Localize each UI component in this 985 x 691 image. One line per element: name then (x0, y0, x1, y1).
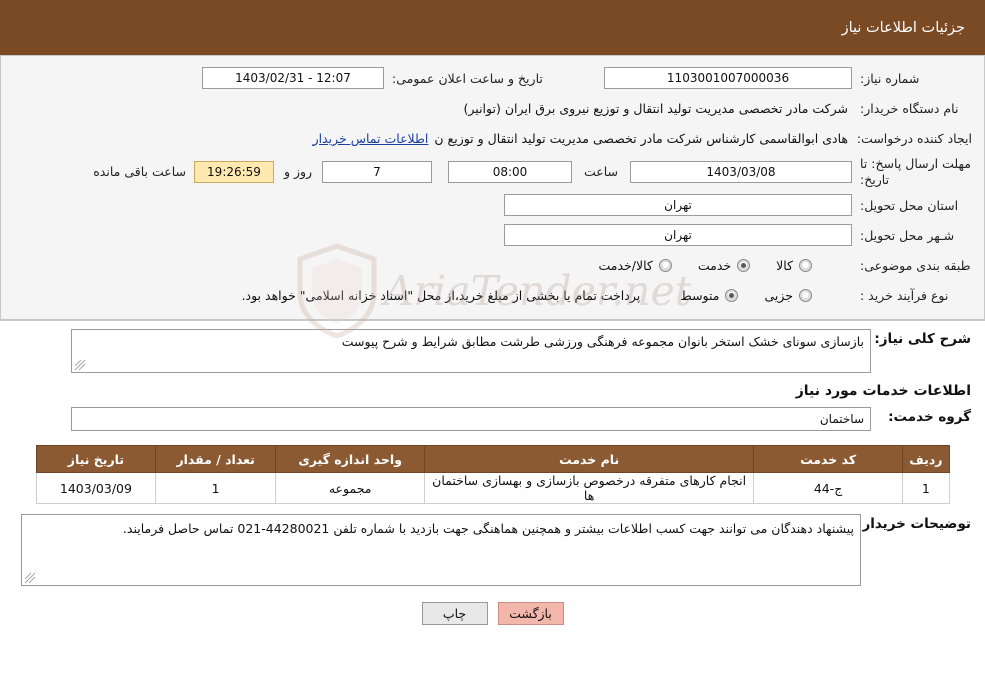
buyer-notes-textarea[interactable]: پیشنهاد دهندگان می توانند جهت کسب اطلاعا… (21, 514, 861, 587)
city-value: تهران (504, 224, 852, 247)
days-label: روز و (283, 164, 313, 180)
requester-value: هادی ابوالقاسمی کارشناس شرکت مادر تخصصی … (434, 130, 848, 146)
countdown-value: 19:26:59 (194, 160, 274, 183)
deadline-date-value: 1403/03/08 (630, 160, 852, 183)
resize-grip-icon[interactable] (74, 359, 86, 371)
need-info-panel: شماره نیاز: 1103001007000036 تاریخ و ساع… (0, 55, 985, 321)
row-province: استان محل تحویل: تهران (13, 193, 972, 217)
need-number-value: 1103001007000036 (604, 67, 852, 89)
row-buyer-notes: توضیحات خریدار: پیشنهاد دهندگان می توانن… (14, 514, 971, 587)
radio-category-khedmat[interactable]: خدمت (697, 257, 751, 273)
purchase-type-label: نوع فرآیند خرید : (860, 287, 949, 303)
city-label: شـهر محل تحویل: (860, 227, 955, 243)
category-label: طبقه بندی موضوعی: (860, 257, 971, 273)
radio-label: متوسط (680, 287, 720, 303)
radio-dot-icon (799, 288, 812, 302)
hour-label: ساعت (583, 164, 618, 180)
buyer-notes-label: توضیحات خریدار: (857, 516, 971, 533)
radio-label: جزیی (764, 287, 793, 303)
cell-name: انجام کارهای متفرقه درخصوص بازسازی و بهس… (424, 472, 754, 505)
summary-value: بازسازی سونای خشک استخر بانوان مجموعه فر… (341, 334, 864, 350)
cell-date: 1403/03/09 (35, 472, 157, 505)
summary-textarea[interactable]: بازسازی سونای خشک استخر بانوان مجموعه فر… (71, 329, 871, 374)
radio-purchase-motavaset[interactable]: متوسط (680, 287, 739, 303)
radio-category-kala[interactable]: کالا (776, 258, 812, 273)
print-button[interactable]: چاپ (421, 602, 488, 626)
announce-datetime-value: 12:07 - 1403/02/31 (202, 67, 384, 89)
summary-section: شرح کلی نیاز: بازسازی سونای خشک استخر با… (0, 321, 985, 432)
radio-label: کالا (776, 257, 793, 273)
summary-label: شرح کلی نیاز: (874, 331, 971, 348)
row-summary: شرح کلی نیاز: بازسازی سونای خشک استخر با… (14, 329, 971, 374)
radio-dot-icon (658, 258, 672, 272)
buyer-notes-section: توضیحات خریدار: پیشنهاد دهندگان می توانن… (0, 504, 985, 587)
buyer-notes-value: پیشنهاد دهندگان می توانند جهت کسب اطلاعا… (122, 521, 854, 537)
col-name: نام خدمت (424, 445, 754, 474)
buyer-org-label: نام دستگاه خریدار: (860, 100, 959, 116)
service-group-label: گروه خدمت: (888, 409, 971, 426)
cell-index: 1 (902, 472, 950, 505)
table-row: 1 ج-44 انجام کارهای متفرقه درخصوص بازساز… (35, 472, 950, 505)
row-city: شـهر محل تحویل: تهران (13, 223, 972, 247)
deadline-label: مهلت ارسال پاسخ: تا تاریخ: (860, 156, 971, 187)
province-label: استان محل تحویل: (860, 197, 959, 213)
requester-label: ایجاد کننده درخواست: (856, 130, 972, 146)
radio-category-kala-khedmat[interactable]: کالا/خدمت (598, 257, 672, 273)
row-need-number: شماره نیاز: 1103001007000036 تاریخ و ساع… (13, 66, 972, 90)
service-group-value: ساختمان (71, 407, 871, 432)
footer-actions: بازگشت چاپ (0, 592, 985, 638)
col-unit: واحد اندازه گیری (274, 445, 426, 474)
services-section-title: اطلاعات خدمات مورد نیاز (795, 383, 971, 400)
deadline-time-value: 08:00 (448, 160, 572, 183)
row-category: طبقه بندی موضوعی: کالا خدمت کالا/خدمت (13, 253, 972, 277)
days-remaining-value: 7 (322, 160, 432, 183)
col-code: کد خدمت (752, 445, 904, 474)
radio-purchase-jozei[interactable]: جزیی (764, 288, 812, 303)
row-purchase-type: نوع فرآیند خرید : جزیی متوسط پرداخت تمام… (13, 283, 972, 307)
cell-qty: 1 (155, 472, 276, 505)
buyer-org-value: شرکت مادر تخصصی مدیریت تولید انتقال و تو… (463, 100, 848, 116)
col-index: ردیف (902, 445, 950, 474)
back-button[interactable]: بازگشت (497, 602, 564, 626)
radio-dot-icon (725, 288, 739, 302)
row-requester: ایجاد کننده درخواست: هادی ابوالقاسمی کار… (13, 126, 972, 150)
need-number-label: شماره نیاز: (860, 70, 920, 86)
services-table-wrapper: ردیف کد خدمت نام خدمت واحد اندازه گیری ت… (0, 437, 985, 505)
row-service-group: گروه خدمت: ساختمان (14, 407, 971, 432)
radio-label: خدمت (697, 257, 732, 273)
page-title: جزئیات اطلاعات نیاز (841, 19, 965, 36)
cell-unit: مجموعه (274, 472, 426, 505)
announce-datetime-label: تاریخ و ساعت اعلان عمومی: (392, 70, 543, 86)
radio-label: کالا/خدمت (598, 257, 653, 273)
remaining-label: ساعت باقی مانده (93, 164, 186, 180)
row-deadline: مهلت ارسال پاسخ: تا تاریخ: 1403/03/08 سا… (13, 156, 972, 187)
col-qty: تعداد / مقدار (155, 445, 276, 474)
window-title-bar: جزئیات اطلاعات نیاز (0, 0, 985, 55)
col-date: تاریخ نیاز (35, 445, 157, 474)
province-value: تهران (504, 194, 852, 217)
services-table: ردیف کد خدمت نام خدمت واحد اندازه گیری ت… (35, 445, 950, 505)
table-header-row: ردیف کد خدمت نام خدمت واحد اندازه گیری ت… (35, 445, 950, 474)
row-buyer-org: نام دستگاه خریدار: شرکت مادر تخصصی مدیری… (13, 96, 972, 120)
radio-dot-icon (799, 258, 812, 272)
purchase-note: پرداخت تمام یا بخشی از مبلغ خرید،از محل … (241, 287, 641, 303)
radio-dot-icon (737, 258, 751, 272)
cell-code: ج-44 (752, 472, 904, 505)
resize-grip-icon[interactable] (24, 572, 36, 584)
buyer-contact-link[interactable]: اطلاعات تماس خریدار (313, 131, 429, 146)
